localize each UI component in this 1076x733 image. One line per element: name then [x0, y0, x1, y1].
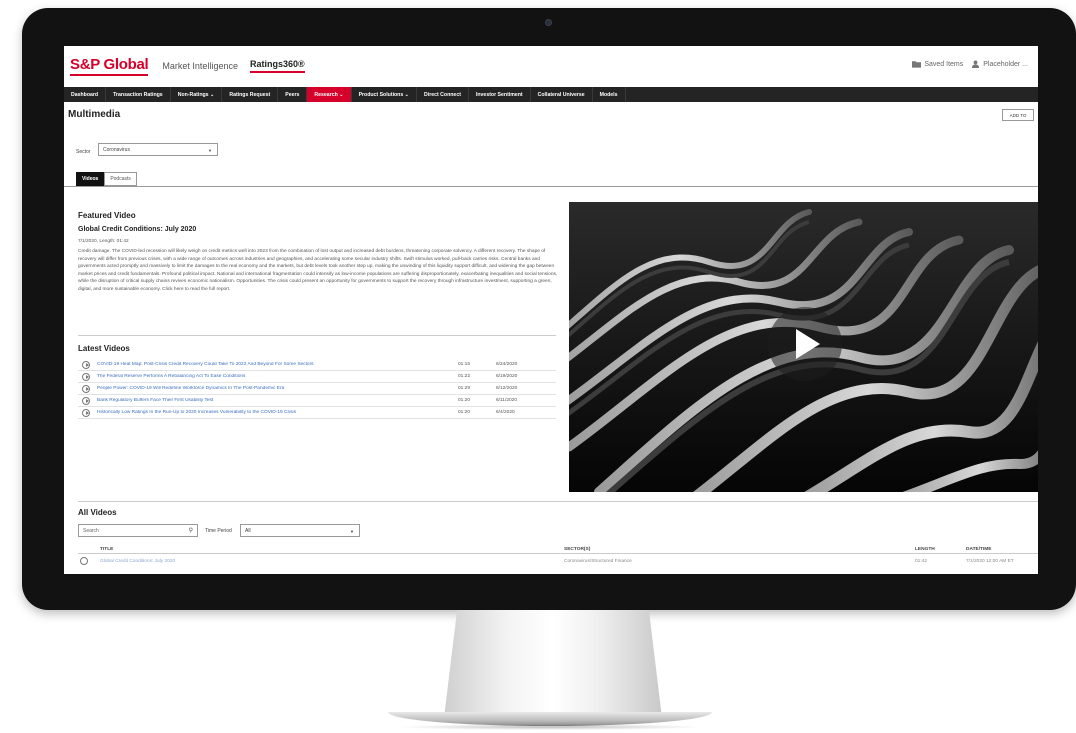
row-length: 01:42 [915, 559, 928, 564]
sector-dropdown[interactable]: Coronavirus ▼ [98, 143, 218, 156]
search-icon[interactable]: ⚲ [189, 527, 193, 534]
folder-icon [912, 61, 922, 68]
monitor-frame: S&P Global Market Intelligence Ratings36… [22, 8, 1076, 610]
user-name: Placeholder ... [983, 60, 1028, 68]
video-length: 01:15 [458, 362, 471, 367]
video-player[interactable] [569, 202, 1038, 492]
saved-items-label: Saved Items [924, 60, 964, 68]
video-length: 01:20 [458, 410, 471, 415]
stand-shadow [395, 724, 705, 730]
tabs-divider [64, 186, 1038, 187]
video-length: 01:29 [458, 386, 471, 391]
featured-video-title[interactable]: Global Credit Conditions: July 2020 [78, 226, 196, 233]
tab-podcasts[interactable]: Podcasts [104, 172, 137, 186]
play-icon[interactable] [82, 384, 90, 393]
play-icon[interactable] [768, 307, 842, 381]
nav-item-ratings-request[interactable]: Ratings Request [222, 87, 279, 102]
monitor-stand [444, 610, 662, 718]
nav-item-transaction-ratings[interactable]: Transaction Ratings [106, 87, 171, 102]
nav-item-models[interactable]: Models [593, 87, 626, 102]
latest-videos-list: COVID-19 Heat Map: Post-Crisis Credit Re… [78, 359, 556, 419]
column-datetime[interactable]: DATE/TIME [966, 547, 992, 552]
video-date: 6/12/2020 [496, 386, 518, 391]
nav-item-peers[interactable]: Peers [278, 87, 308, 102]
nav-item-collateral-universe[interactable]: Collateral Universe [531, 87, 593, 102]
video-date: 6/4/2020 [496, 410, 515, 415]
play-icon[interactable] [82, 408, 90, 417]
all-videos-heading: All Videos [78, 508, 117, 517]
time-period-value: All [245, 528, 251, 534]
video-date: 6/11/2020 [496, 398, 517, 403]
video-title-link[interactable]: Historically Low Ratings In the Run-Up t… [97, 410, 458, 415]
video-length: 01:20 [458, 398, 471, 403]
featured-heading: Featured Video [78, 211, 136, 220]
add-to-button[interactable]: ADD TO [1002, 109, 1034, 121]
column-sectors[interactable]: SECTOR(S) [564, 547, 590, 552]
time-period-label: Time Period [205, 528, 232, 534]
page-title: Multimedia [68, 109, 121, 120]
sector-label: Sector [76, 149, 91, 155]
list-item[interactable]: COVID-19 Heat Map: Post-Crisis Credit Re… [78, 359, 556, 371]
nav-item-dashboard[interactable]: Dashboard [64, 87, 107, 102]
chevron-down-icon: ▼ [350, 529, 354, 534]
saved-items-button[interactable]: Saved Items [912, 60, 963, 68]
market-intelligence-link[interactable]: Market Intelligence [162, 61, 238, 71]
main-nav: Dashboard Transaction Ratings Non-Ratings … [64, 87, 1038, 102]
section-divider [78, 335, 556, 336]
camera-dot [545, 19, 552, 26]
media-tabs: Videos Podcasts [76, 172, 137, 186]
play-icon[interactable] [80, 557, 88, 565]
play-icon[interactable] [82, 372, 90, 381]
nav-item-investor-sentiment[interactable]: Investor Sentiment [469, 87, 531, 102]
tab-videos[interactable]: Videos [76, 172, 105, 186]
ratings360-link[interactable]: Ratings360® [249, 59, 305, 73]
sector-value: Coronavirus [103, 147, 130, 153]
video-title-link[interactable]: The Federal Reserve Performs A Rebalanci… [97, 374, 458, 379]
latest-videos-heading: Latest Videos [78, 344, 130, 353]
list-item[interactable]: Historically Low Ratings In the Run-Up t… [78, 407, 556, 419]
play-icon[interactable] [82, 360, 90, 369]
row-sectors: Coronavirus/Structured Finance [564, 559, 632, 564]
sp-global-logo[interactable]: S&P Global [70, 56, 149, 76]
row-title[interactable]: Global Credit Conditions: July 2020 [100, 559, 175, 564]
video-title-link[interactable]: People Power: COVID-19 Will Redefine Wor… [97, 386, 458, 391]
video-title-link[interactable]: Bank Regulatory Buffers Face Their First… [97, 398, 458, 403]
featured-video-description: Credit damage. The COVID-led recession w… [78, 249, 558, 292]
row-datetime: 7/1/2020 12:00 AM ET [966, 559, 1014, 564]
search-placeholder: Search [83, 528, 99, 534]
top-header: S&P Global Market Intelligence Ratings36… [64, 46, 1038, 86]
nav-item-research[interactable]: Research ⌄ [307, 87, 352, 102]
video-length: 01:22 [458, 374, 471, 379]
table-row[interactable]: Global Credit Conditions: July 2020 Coro… [78, 556, 1038, 566]
nav-item-non-ratings[interactable]: Non-Ratings ⌄ [171, 87, 223, 102]
table-header: TITLE SECTOR(S) LENGTH DATE/TIME [78, 545, 1038, 554]
video-date: 6/24/2020 [496, 362, 518, 367]
video-date: 6/19/2020 [496, 374, 518, 379]
list-item[interactable]: People Power: COVID-19 Will Redefine Wor… [78, 383, 556, 395]
user-icon [972, 60, 980, 68]
column-title[interactable]: TITLE [100, 547, 113, 552]
time-period-dropdown[interactable]: All ▼ [240, 524, 360, 537]
list-item[interactable]: The Federal Reserve Performs A Rebalanci… [78, 371, 556, 383]
user-menu[interactable]: Placeholder ... [971, 60, 1028, 68]
nav-item-product-solutions[interactable]: Product Solutions ⌄ [352, 87, 418, 102]
screen: S&P Global Market Intelligence Ratings36… [64, 46, 1038, 574]
list-item[interactable]: Bank Regulatory Buffers Face Their First… [78, 395, 556, 407]
column-length[interactable]: LENGTH [915, 547, 935, 552]
search-input[interactable]: Search ⚲ [78, 524, 198, 537]
featured-video-meta: 7/1/2020, Length: 01:42 [78, 239, 129, 244]
play-icon[interactable] [82, 396, 90, 405]
video-title-link[interactable]: COVID-19 Heat Map: Post-Crisis Credit Re… [97, 362, 458, 367]
chevron-down-icon: ▼ [208, 148, 212, 153]
nav-item-direct-connect[interactable]: Direct Connect [417, 87, 469, 102]
section-divider [78, 501, 1038, 502]
header-actions: Saved Items Placeholder ... [912, 60, 1028, 68]
